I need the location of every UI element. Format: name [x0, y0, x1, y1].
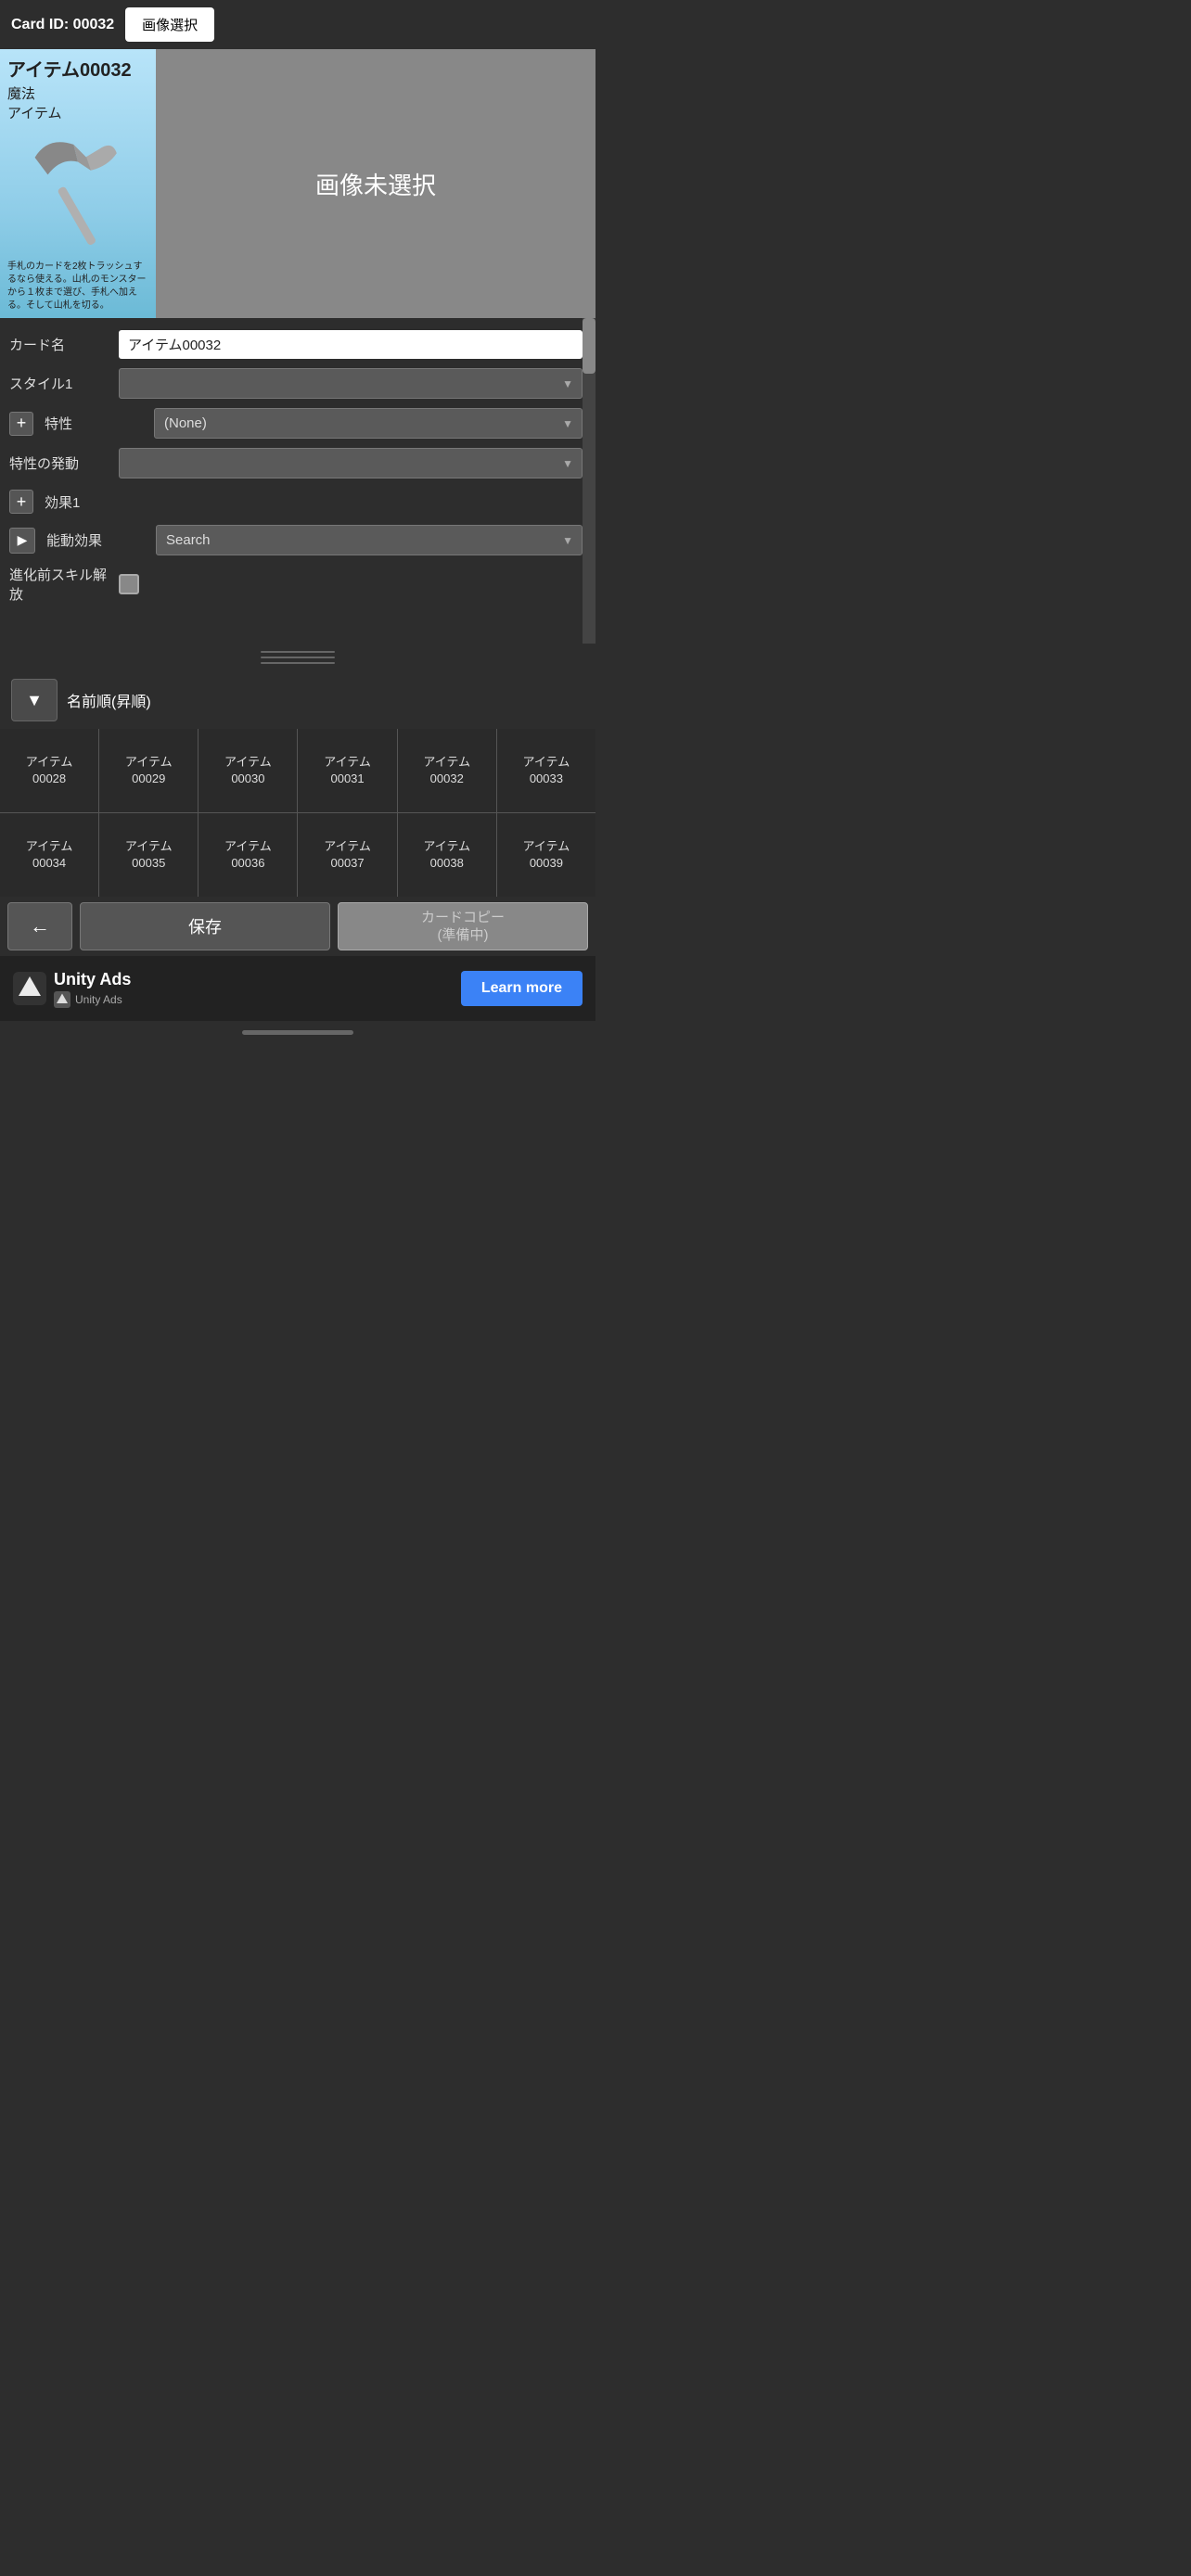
sort-section: ▼ 名前順(昇順): [0, 671, 596, 729]
card-preview: アイテム00032 魔法 アイテム 手札のカードを2枚トラッシュするなら使える。…: [0, 49, 156, 318]
trait-select-wrapper: (None) ▼: [154, 408, 583, 439]
no-image-area: 画像未選択: [156, 49, 596, 318]
effect1-row: + 効果1: [0, 483, 596, 520]
style1-row: スタイル1 ▼: [0, 363, 596, 403]
style1-select[interactable]: [119, 368, 583, 399]
back-button[interactable]: ←: [7, 902, 72, 950]
divider-area: [0, 644, 596, 671]
sort-button[interactable]: ▼: [11, 679, 58, 721]
sort-label: 名前順(昇順): [67, 689, 151, 711]
no-image-text: 画像未選択: [315, 167, 436, 201]
card-header: Card ID: 00032 画像選択: [0, 0, 596, 49]
card-description: 手札のカードを2枚トラッシュするなら使える。山札のモンスターから１枚まで選び、手…: [7, 261, 148, 312]
list-item[interactable]: アイテム00035: [99, 813, 198, 897]
list-item[interactable]: アイテム00031: [298, 729, 396, 812]
trait-label: 特性: [45, 414, 147, 433]
trait-select[interactable]: (None): [154, 408, 583, 439]
trait-trigger-row: 特性の発動 ▼: [0, 443, 596, 483]
divider-line-3: [261, 662, 335, 664]
divider-lines: [261, 651, 335, 664]
card-name-label: カード名: [9, 335, 111, 354]
style1-label: スタイル1: [9, 374, 111, 393]
passive-effect-label: 能動効果: [46, 530, 148, 550]
unity-ads-sub-text: Unity Ads: [75, 993, 122, 1006]
card-id-label: Card ID: 00032: [11, 17, 114, 33]
unity-ads-label: Unity Ads: [54, 970, 131, 989]
list-item[interactable]: アイテム00037: [298, 813, 396, 897]
trait-plus-button[interactable]: +: [9, 412, 33, 436]
card-type2: アイテム: [7, 103, 148, 122]
card-type1: 魔法: [7, 83, 148, 103]
trait-trigger-select-wrapper: ▼: [119, 448, 583, 478]
list-item[interactable]: アイテム00028: [0, 729, 98, 812]
unity-ads-icon: [13, 972, 46, 1005]
unity-logo-area: Unity Ads Unity Ads: [13, 970, 450, 1008]
scrollbar-track[interactable]: [583, 318, 596, 644]
home-indicator: [0, 1021, 596, 1043]
card-name-input[interactable]: [119, 330, 583, 359]
list-item[interactable]: アイテム00034: [0, 813, 98, 897]
passive-effect-row: ▶ 能動効果 Search ▼: [0, 520, 596, 560]
divider-line-2: [261, 657, 335, 658]
list-item[interactable]: アイテム00036: [198, 813, 297, 897]
card-grid: アイテム00028 アイテム00029 アイテム00030 アイテム00031 …: [0, 729, 596, 897]
card-image-area: [7, 126, 148, 257]
card-copy-button[interactable]: カードコピー(準備中): [338, 902, 588, 950]
grid-section: アイテム00028 アイテム00029 アイテム00030 アイテム00031 …: [0, 729, 596, 897]
list-item[interactable]: アイテム00030: [198, 729, 297, 812]
trait-trigger-label: 特性の発動: [9, 453, 111, 473]
passive-effect-select-wrapper: Search ▼: [156, 525, 583, 555]
pickaxe-icon: [27, 132, 129, 252]
list-item[interactable]: アイテム00029: [99, 729, 198, 812]
list-item[interactable]: アイテム00039: [497, 813, 596, 897]
form-spacer: [0, 608, 596, 636]
skill-release-row: 進化前スキル解放: [0, 560, 596, 608]
trait-trigger-select[interactable]: [119, 448, 583, 478]
unity-small-icon: [54, 991, 70, 1008]
card-title: アイテム00032: [7, 55, 148, 82]
effect1-label: 効果1: [45, 492, 147, 512]
list-item[interactable]: アイテム00038: [398, 813, 496, 897]
unity-sub-area: Unity Ads: [54, 991, 131, 1008]
card-name-row: カード名: [0, 325, 596, 363]
home-bar: [242, 1030, 353, 1035]
divider-line-1: [261, 651, 335, 653]
list-item[interactable]: アイテム00033: [497, 729, 596, 812]
style1-select-wrapper: ▼: [119, 368, 583, 399]
select-image-button[interactable]: 画像選択: [125, 7, 214, 42]
list-item[interactable]: アイテム00032: [398, 729, 496, 812]
sort-chevron-down-icon: ▼: [26, 691, 43, 710]
skill-release-label: 進化前スキル解放: [9, 565, 111, 604]
skill-release-checkbox[interactable]: [119, 574, 139, 594]
learn-more-button[interactable]: Learn more: [461, 971, 583, 1006]
bottom-buttons: ← 保存 カードコピー(準備中): [0, 897, 596, 956]
passive-effect-select[interactable]: Search: [156, 525, 583, 555]
play-button[interactable]: ▶: [9, 528, 35, 554]
unity-ads-text-area: Unity Ads Unity Ads: [54, 970, 131, 1008]
save-button[interactable]: 保存: [80, 902, 330, 950]
trait-row: + 特性 (None) ▼: [0, 403, 596, 443]
scrollbar-thumb[interactable]: [583, 318, 596, 374]
preview-area: アイテム00032 魔法 アイテム 手札のカードを2枚トラッシュするなら使える。…: [0, 49, 596, 318]
ads-banner: Unity Ads Unity Ads Learn more: [0, 956, 596, 1021]
effect1-plus-button[interactable]: +: [9, 490, 33, 514]
form-section: カード名 スタイル1 ▼ + 特性 (None) ▼ 特性の発動 ▼: [0, 318, 596, 644]
